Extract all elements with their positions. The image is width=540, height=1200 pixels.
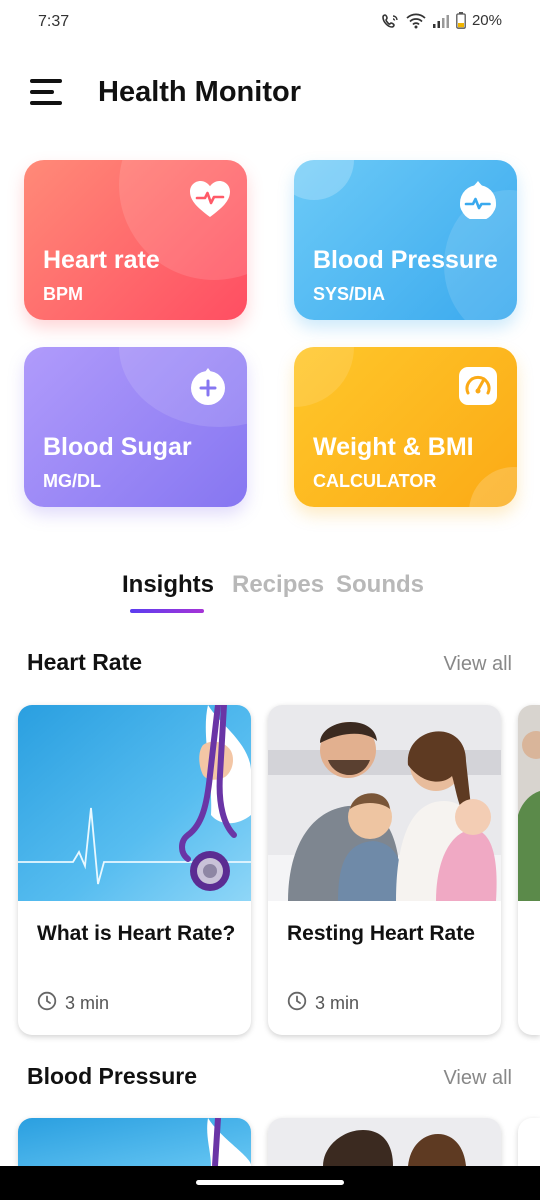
tile-title: Blood Pressure [313, 246, 498, 274]
menu-bar-bottom [30, 101, 62, 105]
tab-recipes[interactable]: Recipes [232, 571, 324, 599]
tile-subtitle: BPM [43, 284, 83, 304]
active-tab-indicator [130, 609, 204, 613]
tab-sounds[interactable]: Sounds [336, 571, 424, 599]
weight-bmi-tile[interactable]: Weight & BMI CALCULATOR [294, 347, 517, 507]
status-bar: 7:37 20% [0, 0, 540, 44]
status-time: 7:37 [38, 13, 70, 30]
card-image-partial [518, 705, 540, 901]
article-card-partial[interactable] [268, 1118, 501, 1166]
article-meta: 3 min [287, 991, 359, 1016]
article-card-partial[interactable] [518, 1118, 540, 1166]
tile-subtitle: CALCULATOR [313, 471, 437, 491]
family-photo-image [268, 705, 501, 901]
article-card[interactable]: What is Heart Rate? 3 min [18, 705, 251, 1035]
view-all-blood-pressure-link[interactable]: View all [443, 1067, 512, 1090]
blood-pressure-tile[interactable]: Blood Pressure SYS/DIA [294, 160, 517, 320]
menu-button[interactable] [30, 78, 66, 108]
clock-icon [37, 991, 57, 1016]
article-card-partial[interactable] [518, 705, 540, 1035]
battery-percent: 20% [471, 12, 502, 29]
heart-rate-tile[interactable]: Heart rate BPM [24, 160, 247, 320]
tile-title: Heart rate [43, 246, 160, 274]
read-time: 3 min [65, 993, 110, 1013]
heart-pulse-icon [188, 179, 230, 219]
section-title-heart-rate: Heart Rate [27, 649, 143, 675]
article-card-partial[interactable] [18, 1118, 251, 1166]
blood-drop-pulse-icon [458, 179, 498, 221]
tile-decoration [294, 160, 354, 200]
menu-bar-top [30, 79, 62, 83]
read-time: 3 min [315, 993, 360, 1013]
home-indicator[interactable] [196, 1180, 344, 1185]
tile-subtitle: SYS/DIA [313, 284, 386, 304]
status-icons: 20% [382, 12, 502, 29]
wifi-icon [406, 13, 426, 29]
tile-subtitle: MG/DL [43, 471, 101, 491]
section-title-blood-pressure: Blood Pressure [27, 1063, 197, 1089]
article-card[interactable]: Resting Heart Rate 3 min [268, 705, 501, 1035]
menu-bar-middle [30, 90, 54, 94]
clock-icon [287, 991, 307, 1016]
article-meta: 3 min [37, 991, 109, 1016]
signal-icon [432, 14, 450, 28]
family-photo-image [268, 1118, 501, 1166]
article-title: What is Heart Rate? [37, 922, 236, 945]
tile-decoration [469, 467, 517, 507]
gauge-icon [458, 366, 498, 406]
wifi-call-icon [382, 13, 400, 29]
tab-insights[interactable]: Insights [122, 571, 214, 599]
article-title: Resting Heart Rate [287, 922, 475, 945]
battery-icon [456, 12, 466, 29]
tile-decoration [294, 347, 354, 407]
tile-title: Blood Sugar [43, 433, 192, 461]
tile-title: Weight & BMI [313, 433, 474, 461]
content-tabs: Insights Recipes Sounds [0, 568, 540, 618]
app-title: Health Monitor [98, 76, 301, 108]
view-all-heart-rate-link[interactable]: View all [443, 653, 512, 676]
stethoscope-ecg-image [18, 705, 251, 901]
system-navigation-bar [0, 1166, 540, 1200]
stethoscope-ecg-image [18, 1118, 251, 1166]
blood-drop-plus-icon [188, 366, 228, 406]
app-header: Health Monitor [0, 62, 540, 126]
blood-sugar-tile[interactable]: Blood Sugar MG/DL [24, 347, 247, 507]
